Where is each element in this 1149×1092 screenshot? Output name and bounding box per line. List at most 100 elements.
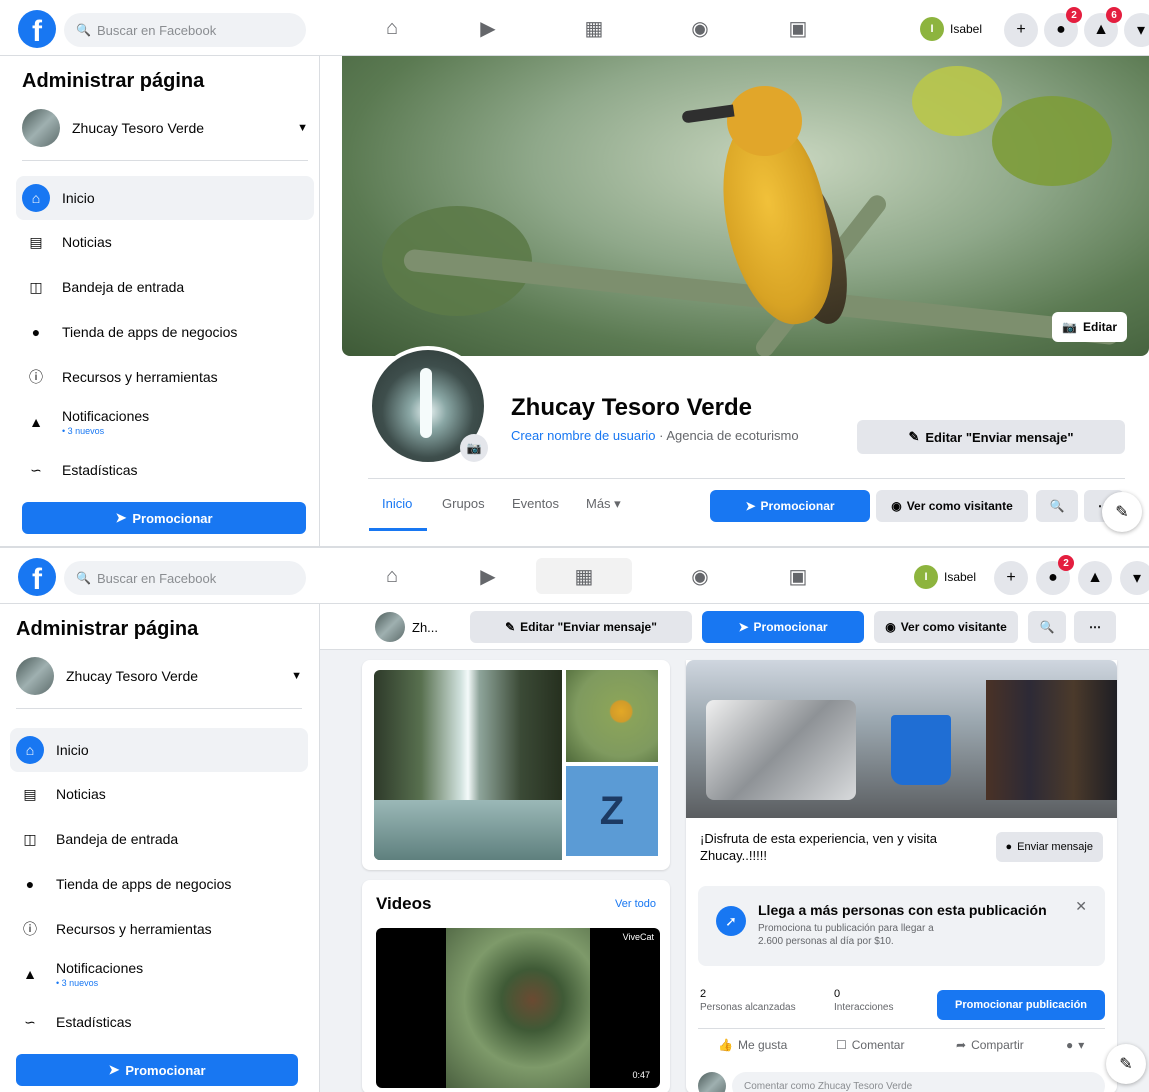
tab-mas[interactable]: Más ▾ [586, 496, 621, 512]
photo-letter-tile[interactable]: Z [566, 766, 658, 856]
people-reached-label: Personas alcanzadas [700, 1002, 796, 1013]
gaming-icon[interactable]: ▣ [770, 10, 826, 46]
profile-chip[interactable]: I Isabel [920, 14, 982, 44]
share-button[interactable]: ➦ Compartir [956, 1038, 1024, 1052]
promote-post-button[interactable]: Promocionar publicación [937, 990, 1105, 1020]
send-message-button[interactable]: ● Enviar mensaje [995, 832, 1103, 862]
active-tab-indicator [369, 528, 427, 531]
marketplace-icon[interactable]: ▦ [566, 10, 622, 46]
search-icon[interactable]: 🔍 [1028, 611, 1066, 643]
page-avatar [16, 657, 54, 695]
pencil-icon: ✎ [908, 429, 920, 444]
search-input[interactable]: 🔍 Buscar en Facebook [64, 561, 306, 595]
tab-grupos[interactable]: Grupos [442, 496, 485, 511]
camera-icon[interactable]: 📷 [460, 434, 488, 462]
edit-cover-button[interactable]: 📷 Editar [1052, 312, 1127, 342]
promote-button[interactable]: ➤ Promocionar [16, 1054, 298, 1086]
info-icon: ⓘ [29, 369, 43, 385]
tab-inicio[interactable]: Inicio [382, 496, 412, 511]
comment-button[interactable]: ☐ Comentar [836, 1038, 904, 1052]
messenger-icon[interactable]: ● 2 [1036, 555, 1074, 595]
promote-button[interactable]: ➤ Promocionar [702, 611, 864, 643]
create-icon[interactable]: + [994, 561, 1028, 595]
sidebar-item-noticias[interactable]: ▤ Noticias [10, 772, 308, 816]
sidebar-item-tienda[interactable]: ● Tienda de apps de negocios [10, 862, 308, 906]
marketplace-icon[interactable]: ▦ [536, 558, 632, 594]
post-text: ¡Disfruta de esta experiencia, ven y vis… [700, 831, 937, 863]
home-icon[interactable]: ⌂ [364, 10, 420, 46]
audience-selector[interactable]: ● ▾ [1066, 1038, 1084, 1052]
view-as-visitor-button[interactable]: ◉ Ver como visitante [876, 490, 1028, 522]
top-navigation-bar: f 🔍 Buscar en Facebook ⌂ ▶ ▦ ◉ ▣ I Isabe… [0, 0, 1149, 56]
account-menu-icon[interactable]: ▾ [1120, 561, 1149, 595]
post-video-machine [706, 700, 856, 800]
facebook-logo[interactable]: f [18, 10, 56, 48]
sidebar-item-noticias[interactable]: ▤ Noticias [16, 220, 314, 264]
post-video[interactable] [686, 660, 1117, 818]
divider [16, 708, 302, 709]
comment-label: Comentar [851, 1038, 905, 1052]
edit-send-message-button[interactable]: ✎ Editar "Enviar mensaje" [470, 611, 692, 643]
video-thumbnail[interactable]: ViveCat 0:47 [376, 928, 660, 1088]
compose-icon[interactable]: ✎ [1102, 492, 1142, 532]
gaming-icon[interactable]: ▣ [770, 558, 826, 594]
compose-icon[interactable]: ✎ [1106, 1044, 1146, 1084]
page-feed: Zh... ✎ Editar "Enviar mensaje" ➤ Promocio… [320, 604, 1149, 1092]
share-icon: ➦ [956, 1038, 967, 1052]
comment-input[interactable]: Comentar como Zhucay Tesoro Verde [732, 1072, 1105, 1092]
home-icon[interactable]: ⌂ [364, 558, 420, 594]
page-switcher[interactable]: Zhucay Tesoro Verde ▼ [22, 106, 308, 150]
screenshot-top: f 🔍 Buscar en Facebook ⌂ ▶ ▦ ◉ ▣ I Isabe… [0, 0, 1149, 546]
account-menu-icon[interactable]: ▾ [1124, 13, 1149, 47]
page-short-name[interactable]: Zh... [412, 620, 438, 635]
watch-icon[interactable]: ▶ [460, 558, 516, 594]
sidebar-item-recursos[interactable]: ⓘ Recursos y herramientas [10, 907, 308, 951]
create-icon[interactable]: + [1004, 13, 1038, 47]
news-icon: ▤ [23, 785, 37, 802]
promote-button[interactable]: ➤ Promocionar [710, 490, 870, 522]
sidebar-item-label: Notificaciones [56, 960, 144, 976]
sidebar-item-label: Notificaciones [62, 408, 150, 424]
sidebar-item-label: Bandeja de entrada [56, 831, 179, 847]
sidebar-item-notificaciones[interactable]: ▲ Notificaciones • 3 nuevos [16, 400, 314, 444]
page-switcher[interactable]: Zhucay Tesoro Verde ▼ [16, 654, 302, 698]
see-all-link[interactable]: Ver todo [615, 898, 656, 910]
close-icon[interactable]: ✕ [1075, 898, 1087, 915]
divider [698, 1028, 1105, 1029]
view-as-visitor-button[interactable]: ◉ Ver como visitante [874, 611, 1018, 643]
search-input[interactable]: 🔍 Buscar en Facebook [64, 13, 306, 47]
notifications-icon[interactable]: ▲ 6 [1084, 7, 1122, 47]
facebook-logo[interactable]: f [18, 558, 56, 596]
photos-card: Z [362, 660, 670, 870]
photo-bird[interactable] [566, 670, 658, 762]
messenger-icon[interactable]: ● 2 [1044, 7, 1082, 47]
sidebar-item-bandeja[interactable]: ◫ Bandeja de entrada [10, 817, 308, 861]
like-button[interactable]: 👍 Me gusta [718, 1038, 787, 1052]
avatar: I [920, 17, 944, 41]
eye-icon: ◉ [885, 620, 896, 634]
sidebar-item-inicio[interactable]: ⌂ Inicio [10, 728, 308, 772]
groups-icon[interactable]: ◉ [672, 558, 728, 594]
profile-chip[interactable]: I Isabel [914, 562, 976, 592]
page-avatar[interactable] [375, 612, 405, 642]
edit-send-message-button[interactable]: ✎ Editar "Enviar mensaje" [857, 420, 1125, 454]
photo-waterfall[interactable] [374, 670, 562, 860]
more-options-icon[interactable]: ⋯ [1074, 611, 1116, 643]
sidebar-item-estadisticas[interactable]: ∽ Estadísticas [16, 448, 314, 492]
divider [368, 478, 1125, 479]
tab-eventos[interactable]: Eventos [512, 496, 559, 511]
sidebar-item-estadisticas[interactable]: ∽ Estadísticas [10, 1000, 308, 1044]
sidebar-item-inicio[interactable]: ⌂ Inicio [16, 176, 314, 220]
waterfall [420, 368, 432, 438]
promote-button[interactable]: ➤ Promocionar [22, 502, 306, 534]
watch-icon[interactable]: ▶ [460, 10, 516, 46]
sidebar-item-tienda[interactable]: ● Tienda de apps de negocios [16, 310, 314, 354]
create-username-link[interactable]: Crear nombre de usuario [511, 428, 656, 443]
eye-icon: ◉ [891, 499, 902, 513]
groups-icon[interactable]: ◉ [672, 10, 728, 46]
notifications-icon[interactable]: ▲ [1078, 561, 1112, 595]
search-icon[interactable]: 🔍 [1036, 490, 1078, 522]
sidebar-item-notificaciones[interactable]: ▲ Notificaciones • 3 nuevos [10, 952, 308, 996]
sidebar-item-recursos[interactable]: ⓘ Recursos y herramientas [16, 355, 314, 399]
sidebar-item-bandeja[interactable]: ◫ Bandeja de entrada [16, 265, 314, 309]
